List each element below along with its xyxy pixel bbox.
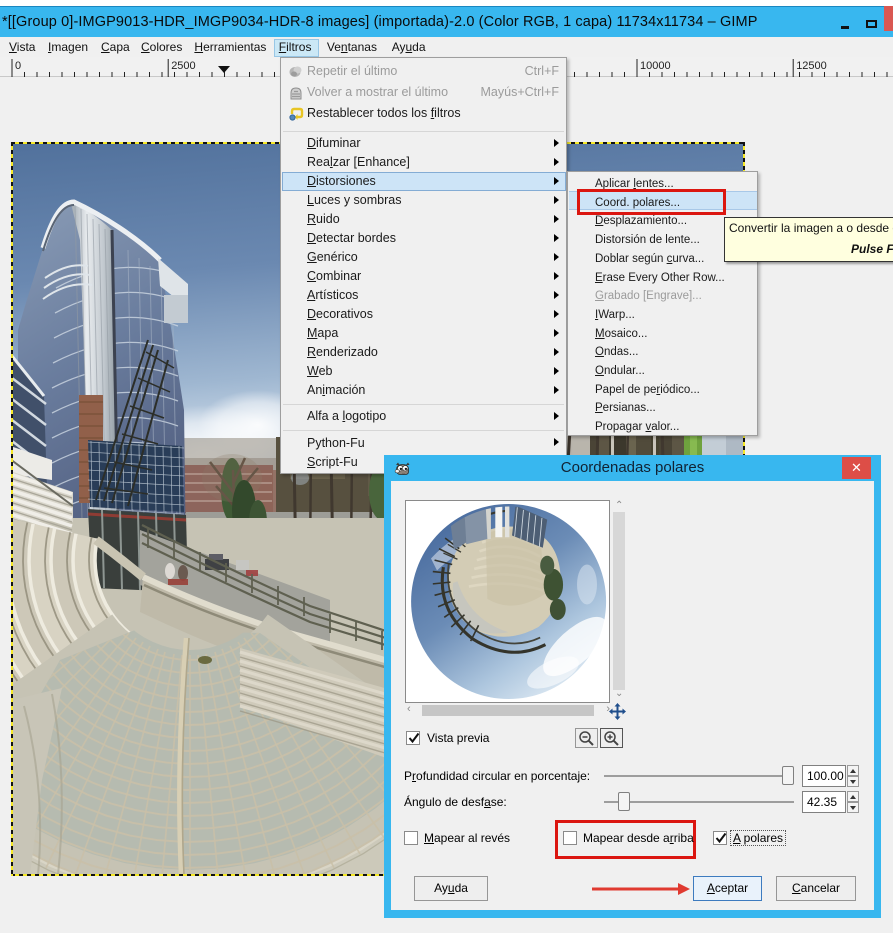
svg-text:12500: 12500 bbox=[796, 60, 827, 72]
svg-text:2500: 2500 bbox=[171, 60, 195, 72]
svg-text:0: 0 bbox=[15, 60, 21, 72]
svg-text:10000: 10000 bbox=[640, 60, 671, 72]
